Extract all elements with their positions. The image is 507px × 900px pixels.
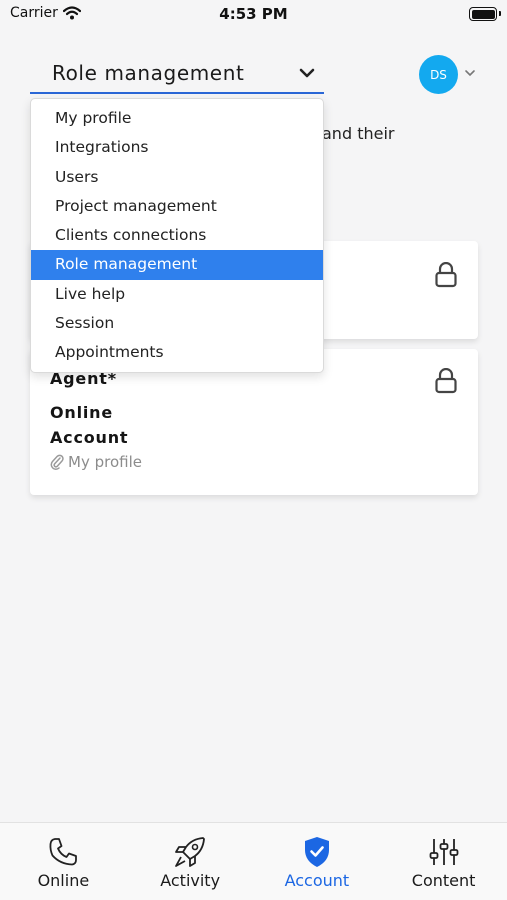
lock-icon[interactable] (434, 262, 458, 288)
tab-online[interactable]: Online (0, 823, 127, 900)
tab-online-label: Online (37, 871, 90, 890)
status-bar: Carrier 4:53 PM (0, 0, 507, 28)
shield-check-icon (304, 837, 329, 867)
menu-item-appointments[interactable]: Appointments (31, 338, 323, 367)
menu-item-integrations[interactable]: Integrations (31, 133, 323, 162)
avatar-chevron-down-icon[interactable] (464, 67, 476, 79)
menu-item-users[interactable]: Users (31, 163, 323, 192)
tab-activity[interactable]: Activity (127, 823, 254, 900)
lock-icon[interactable] (434, 368, 458, 394)
tab-bar: Online Activity Account Content (0, 822, 507, 900)
menu-item-role-management[interactable]: Role management (31, 250, 323, 280)
battery-icon (469, 7, 497, 21)
chevron-down-icon (299, 68, 315, 78)
tab-content[interactable]: Content (380, 823, 507, 900)
tab-account-label: Account (284, 871, 350, 890)
menu-item-my-profile[interactable]: My profile (31, 104, 323, 133)
tab-content-label: Content (411, 871, 476, 890)
clock: 4:53 PM (219, 5, 288, 23)
phone-icon (49, 838, 78, 866)
section-select-value: Role management (52, 61, 245, 85)
sliders-icon (429, 839, 459, 865)
avatar-initials: DS (430, 67, 447, 82)
rocket-icon (175, 837, 206, 867)
menu-item-session[interactable]: Session (31, 309, 323, 338)
section-select[interactable]: Role management (30, 58, 324, 94)
menu-item-clients-connections[interactable]: Clients connections (31, 221, 323, 250)
linked-section-label: My profile (68, 453, 142, 471)
description-text: and their (322, 124, 395, 143)
tab-activity-label: Activity (160, 871, 221, 890)
section-dropdown-menu: My profile Integrations Users Project ma… (30, 98, 324, 373)
permission-online: Online (50, 403, 114, 422)
avatar[interactable]: DS (419, 55, 458, 94)
menu-item-project-management[interactable]: Project management (31, 192, 323, 221)
menu-item-live-help[interactable]: Live help (31, 280, 323, 309)
linked-section[interactable]: My profile (50, 453, 142, 471)
permission-account: Account (50, 428, 129, 447)
paperclip-icon (50, 454, 64, 470)
tab-account[interactable]: Account (254, 823, 381, 900)
